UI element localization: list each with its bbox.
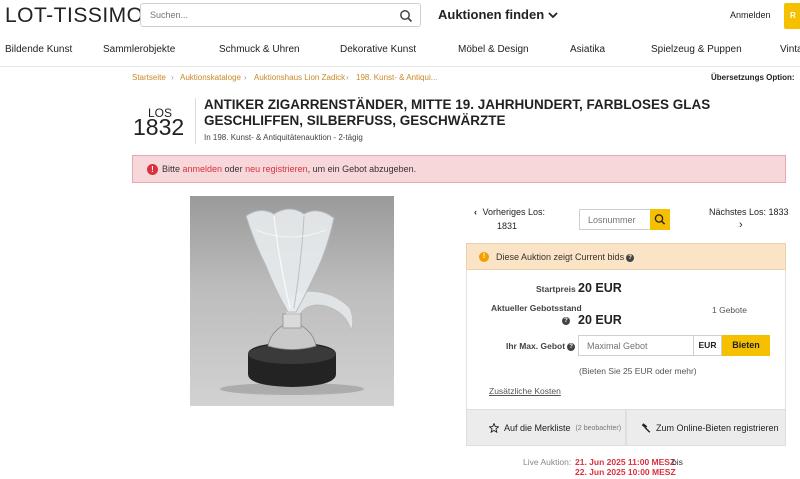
help-icon[interactable]: ?: [567, 342, 576, 351]
nav-item-bildende-kunst[interactable]: Bildende Kunst: [5, 44, 72, 55]
nav-item-vintage[interactable]: Vinta: [780, 44, 800, 55]
live-auction-bis: bis: [672, 457, 683, 467]
bid-count: 1 Gebote: [712, 305, 747, 315]
next-lot-link[interactable]: Nächstes Los: 1833: [709, 207, 789, 217]
breadcrumb-auktionshaus[interactable]: Auktionshaus Lion Zadick: [254, 73, 345, 82]
alert-login-link[interactable]: anmelden: [183, 164, 223, 174]
search-box[interactable]: [140, 3, 421, 27]
alert-icon: !: [147, 164, 158, 175]
currency-addon: EUR: [694, 335, 722, 356]
cigar-stand-illustration: [220, 208, 364, 395]
previous-lot-label: Vorheriges Los:: [482, 207, 546, 217]
alert-text-post: , um ein Gebot abzugeben.: [307, 164, 417, 174]
max-bid-label-text: Ihr Max. Gebot: [506, 341, 566, 351]
auktionen-finden-label: Auktionen finden: [438, 7, 545, 22]
lot-number: 1832: [133, 114, 185, 140]
search-input[interactable]: [150, 4, 390, 26]
translation-option[interactable]: Übersetzungs Option:: [711, 73, 795, 82]
nav-item-sammlerobjekte[interactable]: Sammlerobjekte: [103, 44, 175, 55]
auktionen-finden-dropdown[interactable]: Auktionen finden: [438, 7, 558, 22]
watchlist-button[interactable]: Auf die Merkliste (2 beobachter): [466, 409, 626, 446]
nav-divider: [0, 66, 800, 67]
lot-title: ANTIKER ZIGARRENSTÄNDER, MITTE 19. JAHRH…: [204, 97, 711, 128]
gavel-icon: [641, 423, 651, 433]
in-label: In: [204, 133, 211, 142]
live-auction-label: Live Auktion:: [523, 457, 572, 467]
chevron-right-icon[interactable]: ›: [739, 219, 743, 231]
auction-subtitle: In 198. Kunst- & Antiquitätenauktion - 2…: [204, 133, 363, 142]
max-bid-input[interactable]: [587, 336, 695, 355]
breadcrumb-auction[interactable]: 198. Kunst- & Antiqui...: [356, 73, 437, 82]
bid-button[interactable]: Bieten: [722, 335, 770, 356]
breadcrumb-separator-icon: ›: [244, 73, 247, 82]
nav-item-spielzeug-puppen[interactable]: Spielzeug & Puppen: [651, 44, 742, 55]
previous-lot-link[interactable]: ‹ Vorheriges Los:: [474, 207, 545, 217]
startpreis-value: 20 EUR: [578, 281, 622, 295]
max-bid-label: Ihr Max. Gebot?: [506, 341, 576, 351]
breadcrumb-auktionskataloge[interactable]: Auktionskataloge: [180, 73, 241, 82]
bid-hint: (Bieten Sie 25 EUR oder mehr): [579, 366, 697, 376]
breadcrumb-separator-icon: ›: [171, 73, 174, 82]
extra-costs-link[interactable]: Zusätzliche Kosten: [489, 386, 561, 396]
aktueller-gebotsstand-value: 20 EUR: [578, 313, 622, 327]
alert-register-link[interactable]: neu registrieren: [245, 164, 308, 174]
site-logo[interactable]: LOT-TISSIMO: [5, 4, 144, 28]
search-icon: [654, 214, 666, 225]
star-icon: [489, 423, 499, 433]
lot-image[interactable]: [190, 196, 394, 406]
register-button-cut[interactable]: R: [784, 3, 800, 29]
search-icon[interactable]: [399, 9, 413, 23]
category-nav: Bildende Kunst Sammlerobjekte Schmuck & …: [0, 40, 800, 62]
nav-item-schmuck-uhren[interactable]: Schmuck & Uhren: [219, 44, 300, 55]
info-icon: !: [479, 252, 489, 262]
current-bids-notice: ! Diese Auktion zeigt Current bids?: [466, 243, 786, 270]
register-online-bidding-button[interactable]: Zum Online-Bieten registrieren: [626, 409, 786, 446]
watchlist-count: (2 beobachter): [575, 424, 622, 432]
help-icon[interactable]: ?: [626, 253, 635, 262]
nav-item-moebel-design[interactable]: Möbel & Design: [458, 44, 529, 55]
previous-lot-number[interactable]: 1831: [497, 221, 517, 231]
alert-message: Bitte anmelden oder neu registrieren, um…: [162, 164, 416, 174]
nav-item-asiatika[interactable]: Asiatika: [570, 44, 605, 55]
login-link[interactable]: Anmelden: [730, 10, 771, 20]
breadcrumb-separator-icon: ›: [346, 73, 349, 82]
live-auction-end: 22. Jun 2025 10:00 MESZ: [575, 467, 676, 477]
register-online-bidding-label: Zum Online-Bieten registrieren: [656, 423, 779, 433]
lot-search-button[interactable]: [650, 209, 670, 230]
chevron-down-icon: [548, 11, 558, 18]
alert-text-mid: oder: [222, 164, 246, 174]
current-bids-label: Diese Auktion zeigt Current bids: [496, 252, 625, 262]
lot-number-field[interactable]: [579, 209, 654, 230]
auction-link[interactable]: 198. Kunst- & Antiquitätenauktion - 2-tä…: [213, 133, 363, 142]
alert-text-pre: Bitte: [162, 164, 183, 174]
lot-number-input[interactable]: [588, 210, 654, 229]
chevron-left-icon: ‹: [474, 207, 477, 217]
startpreis-label: Startpreis: [536, 284, 576, 294]
live-auction-start: 21. Jun 2025 11:00 MESZ: [575, 457, 676, 467]
aktueller-gebotsstand-label: Aktueller Gebotsstand: [491, 303, 582, 313]
login-alert: ! Bitte anmelden oder neu registrieren, …: [132, 155, 786, 183]
watchlist-label: Auf die Merkliste: [504, 423, 571, 433]
nav-item-dekorative-kunst[interactable]: Dekorative Kunst: [340, 44, 416, 55]
title-divider: [195, 98, 196, 144]
breadcrumb-startseite[interactable]: Startseite: [132, 73, 166, 82]
max-bid-field[interactable]: [578, 335, 695, 356]
current-bids-text: Diese Auktion zeigt Current bids?: [496, 252, 635, 262]
help-icon[interactable]: ?: [562, 317, 570, 325]
